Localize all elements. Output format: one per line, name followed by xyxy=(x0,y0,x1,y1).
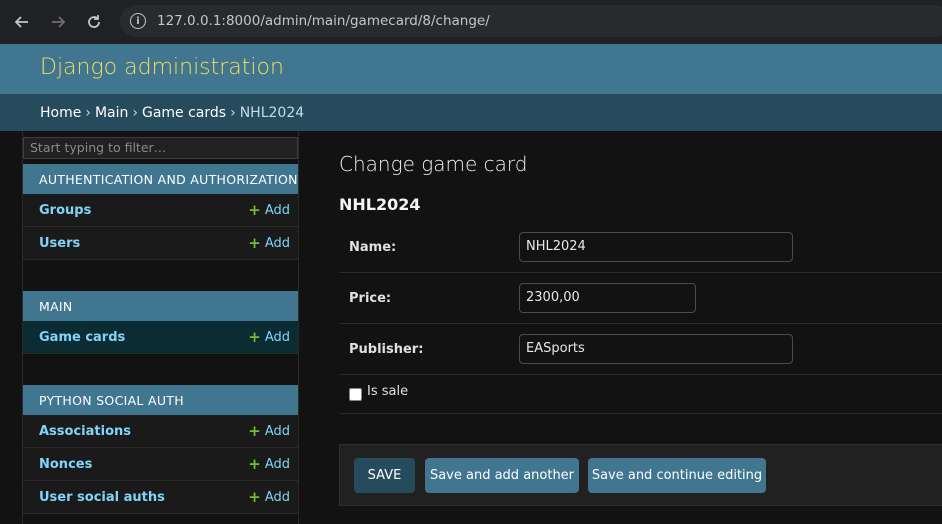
add-game-cards-link[interactable]: + Add xyxy=(248,328,290,346)
sidebar-item-groups: Groups + Add xyxy=(23,194,298,227)
save-and-add-another-button[interactable]: Save and add another xyxy=(425,458,579,493)
add-user-social-auths-link[interactable]: + Add xyxy=(248,488,290,506)
forward-icon[interactable] xyxy=(46,10,70,34)
reload-icon[interactable] xyxy=(82,10,106,34)
sidebar-filter-input[interactable]: Start typing to filter… xyxy=(23,137,298,159)
breadcrumb-main[interactable]: Main xyxy=(95,105,128,121)
breadcrumb-game-cards[interactable]: Game cards xyxy=(142,105,226,121)
plus-icon: + xyxy=(248,422,261,440)
module-caption-main[interactable]: MAIN xyxy=(23,291,298,321)
sidebar-item-user-social-auths: User social auths + Add xyxy=(23,481,298,514)
name-input[interactable]: NHL2024 xyxy=(519,232,793,262)
price-input[interactable]: 2300,00 xyxy=(519,283,696,313)
sidebar-item-game-cards: Game cards + Add xyxy=(23,321,298,354)
form-row-publisher: Publisher: EASports xyxy=(339,324,942,375)
sidebar-item-label[interactable]: Groups xyxy=(39,203,91,218)
breadcrumb-separator: › xyxy=(230,104,236,121)
publisher-label: Publisher: xyxy=(349,342,424,357)
is-sale-label[interactable]: Is sale xyxy=(367,384,408,399)
sidebar-item-label[interactable]: Users xyxy=(39,236,80,251)
url-text[interactable]: 127.0.0.1:8000/admin/main/gamecard/8/cha… xyxy=(157,13,490,29)
sidebar-item-label[interactable]: Associations xyxy=(39,424,131,439)
sidebar-item-label[interactable]: Game cards xyxy=(39,330,125,345)
name-label: Name: xyxy=(349,240,397,255)
sidebar-item-users: Users + Add xyxy=(23,227,298,260)
breadcrumb-separator: › xyxy=(85,104,91,121)
breadcrumb: Home › Main › Game cards › NHL2024 xyxy=(0,94,942,131)
site-header: Django administration xyxy=(0,44,942,94)
plus-icon: + xyxy=(248,455,261,473)
plus-icon: + xyxy=(248,488,261,506)
price-label: Price: xyxy=(349,291,392,306)
object-title: NHL2024 xyxy=(339,195,421,214)
page-title: Change game card xyxy=(339,152,528,176)
add-label: Add xyxy=(264,456,290,472)
site-info-icon[interactable]: i xyxy=(130,13,146,29)
add-label: Add xyxy=(264,329,290,345)
form-row-name: Name: NHL2024 xyxy=(339,222,942,273)
plus-icon: + xyxy=(248,328,261,346)
site-branding[interactable]: Django administration xyxy=(40,55,284,80)
add-nonces-link[interactable]: + Add xyxy=(248,455,290,473)
is-sale-checkbox[interactable] xyxy=(349,388,362,401)
plus-icon: + xyxy=(248,234,261,252)
breadcrumb-home[interactable]: Home xyxy=(40,105,81,121)
sidebar-item-nonces: Nonces + Add xyxy=(23,448,298,481)
add-groups-link[interactable]: + Add xyxy=(248,201,290,219)
breadcrumb-separator: › xyxy=(132,104,138,121)
sidebar-item-label[interactable]: User social auths xyxy=(39,490,165,505)
add-users-link[interactable]: + Add xyxy=(248,234,290,252)
address-bar[interactable]: i 127.0.0.1:8000/admin/main/gamecard/8/c… xyxy=(120,5,942,37)
form-row-is-sale: Is sale xyxy=(339,375,942,414)
sidebar-item-label[interactable]: Nonces xyxy=(39,457,92,472)
module-caption-social-auth[interactable]: PYTHON SOCIAL AUTH xyxy=(23,385,298,415)
browser-toolbar: i 127.0.0.1:8000/admin/main/gamecard/8/c… xyxy=(0,0,942,44)
save-and-continue-button[interactable]: Save and continue editing xyxy=(588,458,766,493)
add-label: Add xyxy=(264,235,290,251)
add-label: Add xyxy=(264,489,290,505)
back-icon[interactable] xyxy=(10,10,34,34)
breadcrumb-current: NHL2024 xyxy=(239,104,305,121)
publisher-input[interactable]: EASports xyxy=(519,334,793,364)
module-caption-auth[interactable]: AUTHENTICATION AND AUTHORIZATION xyxy=(23,164,298,194)
add-label: Add xyxy=(264,202,290,218)
plus-icon: + xyxy=(248,201,261,219)
add-associations-link[interactable]: + Add xyxy=(248,422,290,440)
sidebar-item-associations: Associations + Add xyxy=(23,415,298,448)
save-button[interactable]: SAVE xyxy=(354,458,415,493)
form-row-price: Price: 2300,00 xyxy=(339,273,942,324)
submit-row: SAVE Save and add another Save and conti… xyxy=(339,444,942,506)
add-label: Add xyxy=(264,423,290,439)
